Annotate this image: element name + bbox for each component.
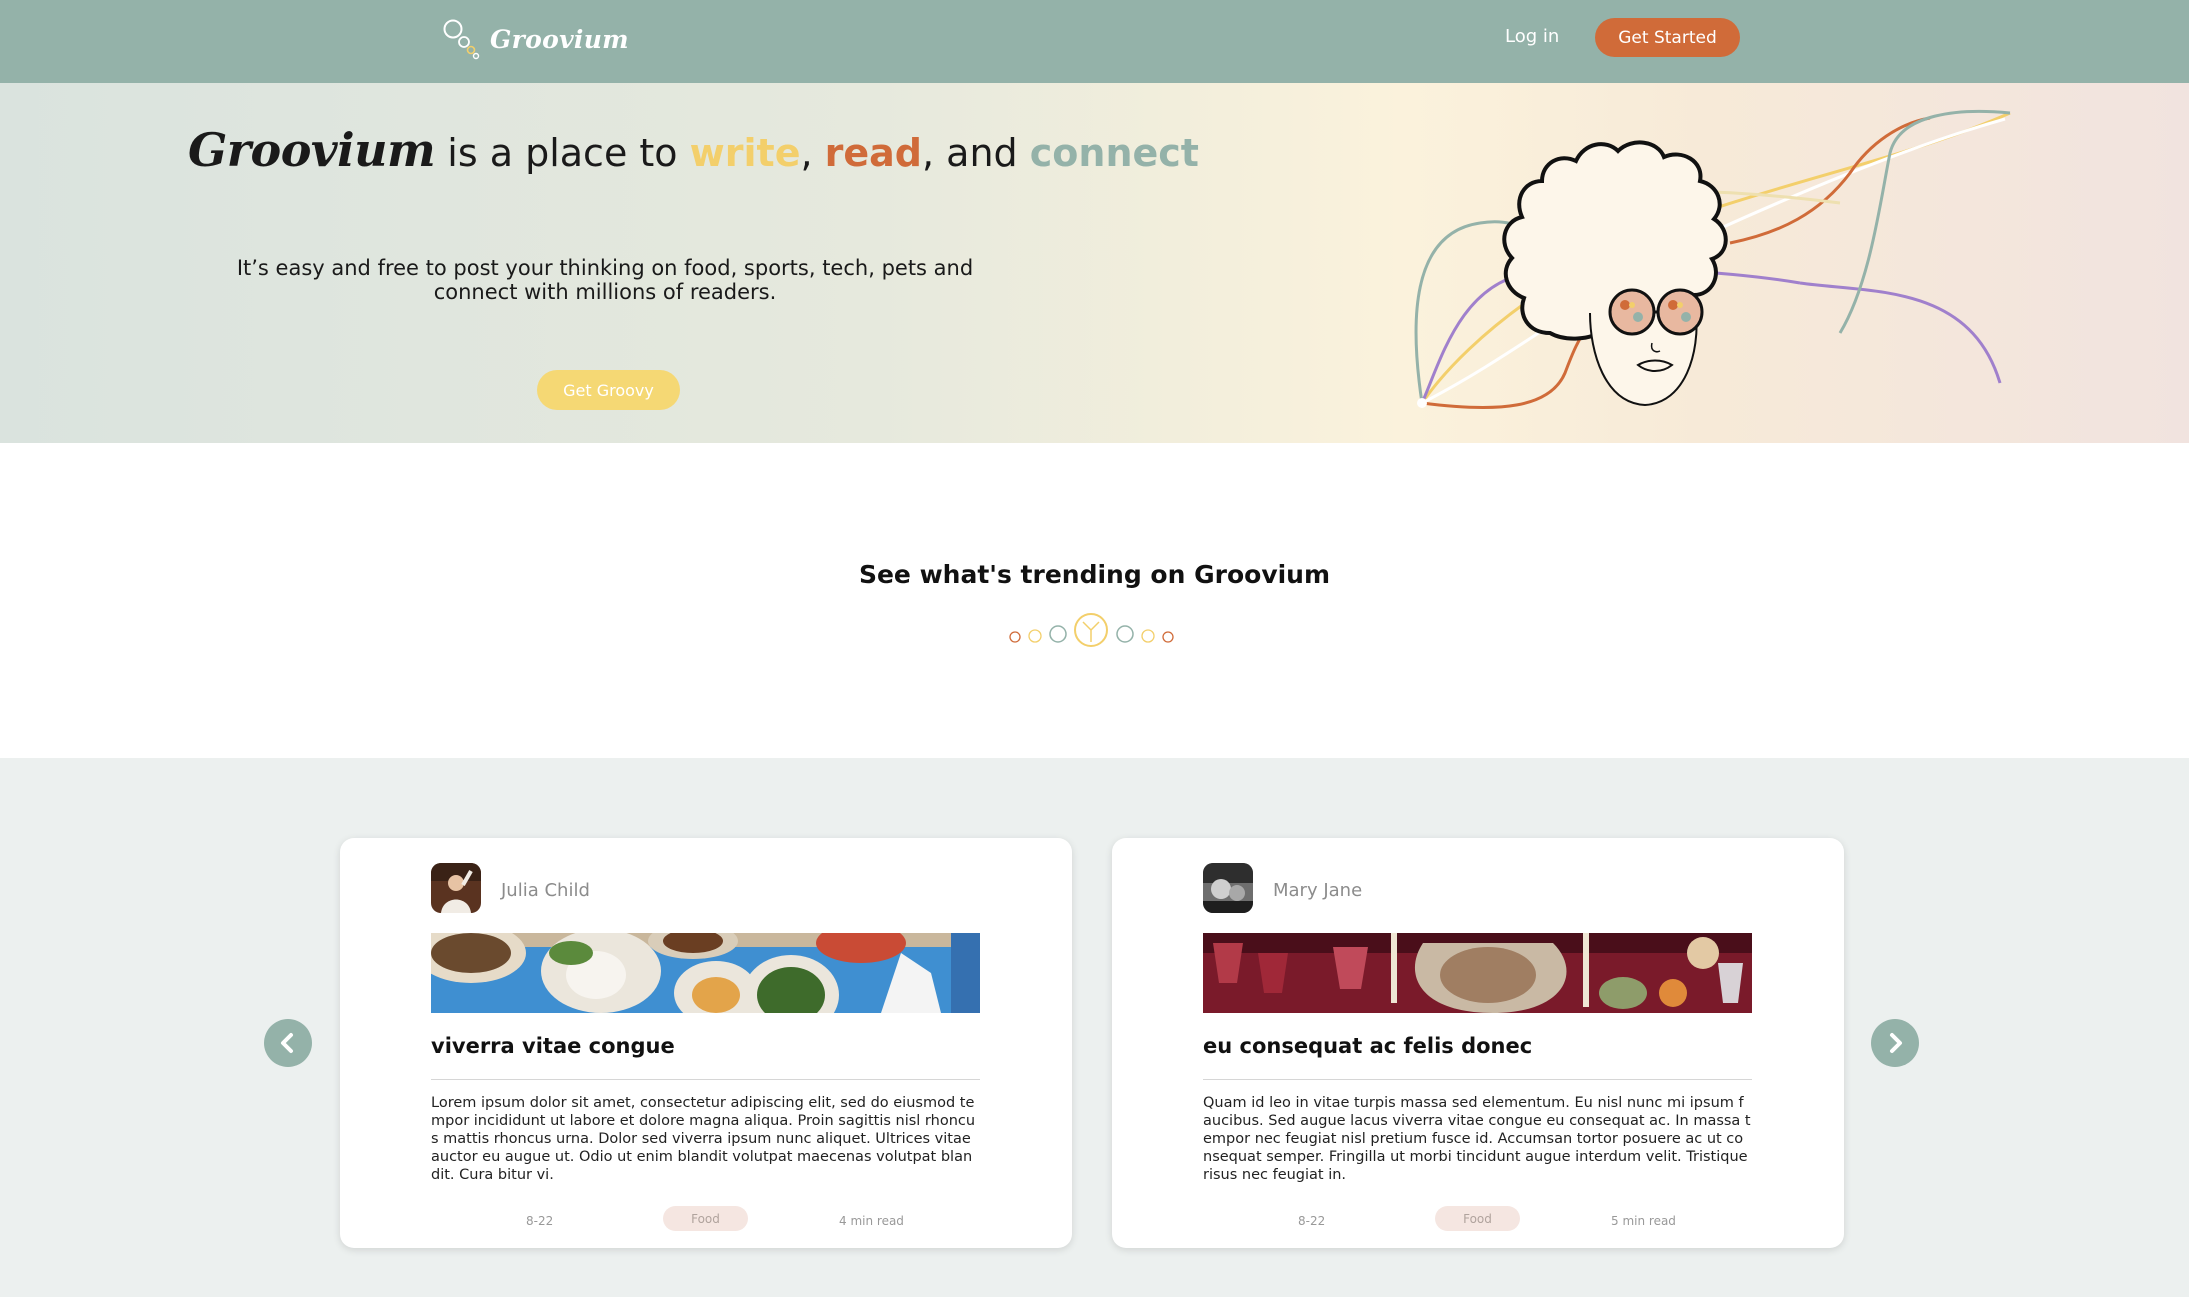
post-excerpt: Quam id leo in vitae turpis massa sed el… xyxy=(1203,1095,1751,1183)
hero-sep-2: , and xyxy=(922,131,1018,175)
hero-sep-1: , xyxy=(800,131,813,175)
read-time: 4 min read xyxy=(839,1214,904,1228)
trending-heading: See what's trending on Groovium xyxy=(858,560,1331,589)
divider xyxy=(431,1079,980,1080)
read-time: 5 min read xyxy=(1611,1214,1676,1228)
get-groovy-button[interactable]: Get Groovy xyxy=(537,370,680,410)
hero-brand: Groovium xyxy=(188,123,436,177)
hero-headline: Groovium is a place to write, read, and … xyxy=(188,123,1199,177)
post-card[interactable]: Mary Jane eu consequat ac felis donec Qu… xyxy=(1112,838,1844,1248)
post-image xyxy=(1203,933,1752,1013)
post-card[interactable]: Julia Child viverra vitae congue Lorem i… xyxy=(340,838,1072,1248)
hero-word-connect: connect xyxy=(1029,131,1199,175)
post-tag[interactable]: Food xyxy=(1435,1206,1520,1231)
bubbles-loader-icon xyxy=(1009,613,1174,647)
brand-logo[interactable]: Groovium xyxy=(440,14,629,64)
chevron-left-icon xyxy=(281,1033,293,1053)
get-started-button[interactable]: Get Started xyxy=(1595,18,1740,57)
post-excerpt: Lorem ipsum dolor sit amet, consectetur … xyxy=(431,1095,976,1183)
post-title[interactable]: viverra vitae congue xyxy=(431,1034,675,1058)
author-name[interactable]: Mary Jane xyxy=(1273,880,1362,901)
post-tag[interactable]: Food xyxy=(663,1206,748,1231)
chevron-right-icon xyxy=(1890,1033,1902,1053)
post-title[interactable]: eu consequat ac felis donec xyxy=(1203,1034,1532,1058)
top-navbar: Groovium Log in Get Started xyxy=(0,0,2189,83)
afro-woman-illustration xyxy=(1414,109,2011,410)
hero-section: Groovium is a place to write, read, and … xyxy=(0,83,2189,443)
author-avatar[interactable] xyxy=(431,863,481,913)
posts-carousel-section xyxy=(0,758,2189,1297)
login-link[interactable]: Log in xyxy=(1505,26,1559,47)
carousel-prev-button[interactable] xyxy=(264,1019,312,1067)
post-date: 8-22 xyxy=(1298,1214,1326,1228)
post-image xyxy=(431,933,980,1013)
divider xyxy=(1203,1079,1752,1080)
hero-word-read: read xyxy=(824,131,923,175)
brand-name: Groovium xyxy=(490,24,629,54)
author-avatar[interactable] xyxy=(1203,863,1253,913)
hero-title-text: is a place to xyxy=(447,131,678,175)
author-name[interactable]: Julia Child xyxy=(501,880,590,901)
post-date: 8-22 xyxy=(526,1214,554,1228)
carousel-next-button[interactable] xyxy=(1871,1019,1919,1067)
hero-word-write: write xyxy=(689,131,801,175)
bubbles-logo-icon xyxy=(443,19,480,60)
hero-subtitle: It’s easy and free to post your thinking… xyxy=(236,256,974,304)
